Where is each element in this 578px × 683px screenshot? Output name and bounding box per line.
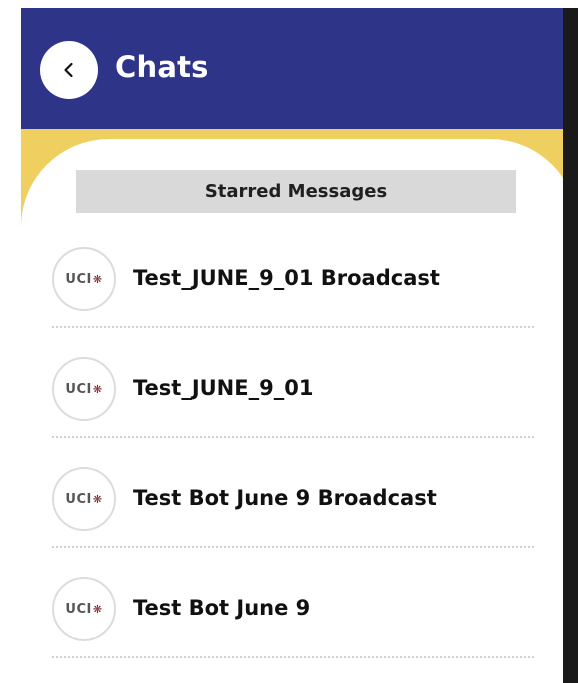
chat-list: UCI ❋ Test_JUNE_9_01 Broadcast UCI ❋ Test_… xyxy=(52,240,534,680)
avatar: UCI ❋ xyxy=(52,467,116,531)
starred-messages-button[interactable]: Starred Messages xyxy=(76,170,516,213)
chat-item[interactable]: UCI ❋ Test_JUNE_9_01 xyxy=(52,350,534,460)
paw-icon: ❋ xyxy=(92,272,103,286)
logo-text: UCI xyxy=(65,601,92,617)
logo-text: UCI xyxy=(65,381,92,397)
chat-item[interactable]: UCI ❋ Test Bot June 9 xyxy=(52,570,534,680)
page-title: Chats xyxy=(115,50,209,84)
uci-logo: UCI ❋ xyxy=(65,382,102,397)
right-edge xyxy=(563,8,578,683)
divider xyxy=(52,546,534,548)
avatar: UCI ❋ xyxy=(52,357,116,421)
paw-icon: ❋ xyxy=(92,492,103,506)
avatar: UCI ❋ xyxy=(52,247,116,311)
uci-logo: UCI ❋ xyxy=(65,492,102,507)
chat-name: Test_JUNE_9_01 Broadcast xyxy=(133,266,440,290)
top-strip xyxy=(0,0,578,8)
logo-text: UCI xyxy=(65,271,92,287)
chevron-left-icon xyxy=(64,62,73,78)
divider xyxy=(52,656,534,658)
avatar: UCI ❋ xyxy=(52,577,116,641)
chat-item[interactable]: UCI ❋ Test_JUNE_9_01 Broadcast xyxy=(52,240,534,350)
divider xyxy=(52,326,534,328)
app-header: Chats xyxy=(21,8,578,129)
chat-item[interactable]: UCI ❋ Test Bot June 9 Broadcast xyxy=(52,460,534,570)
chat-name: Test Bot June 9 Broadcast xyxy=(133,486,437,510)
chat-name: Test_JUNE_9_01 xyxy=(133,376,314,400)
paw-icon: ❋ xyxy=(92,382,103,396)
divider xyxy=(52,436,534,438)
back-button[interactable] xyxy=(40,41,98,99)
logo-text: UCI xyxy=(65,491,92,507)
uci-logo: UCI ❋ xyxy=(65,272,102,287)
left-strip xyxy=(0,0,21,683)
chat-name: Test Bot June 9 xyxy=(133,596,311,620)
uci-logo: UCI ❋ xyxy=(65,602,102,617)
paw-icon: ❋ xyxy=(92,602,103,616)
chats-screen: Chats Starred Messages UCI ❋ Test_JUNE_9_… xyxy=(21,8,578,683)
